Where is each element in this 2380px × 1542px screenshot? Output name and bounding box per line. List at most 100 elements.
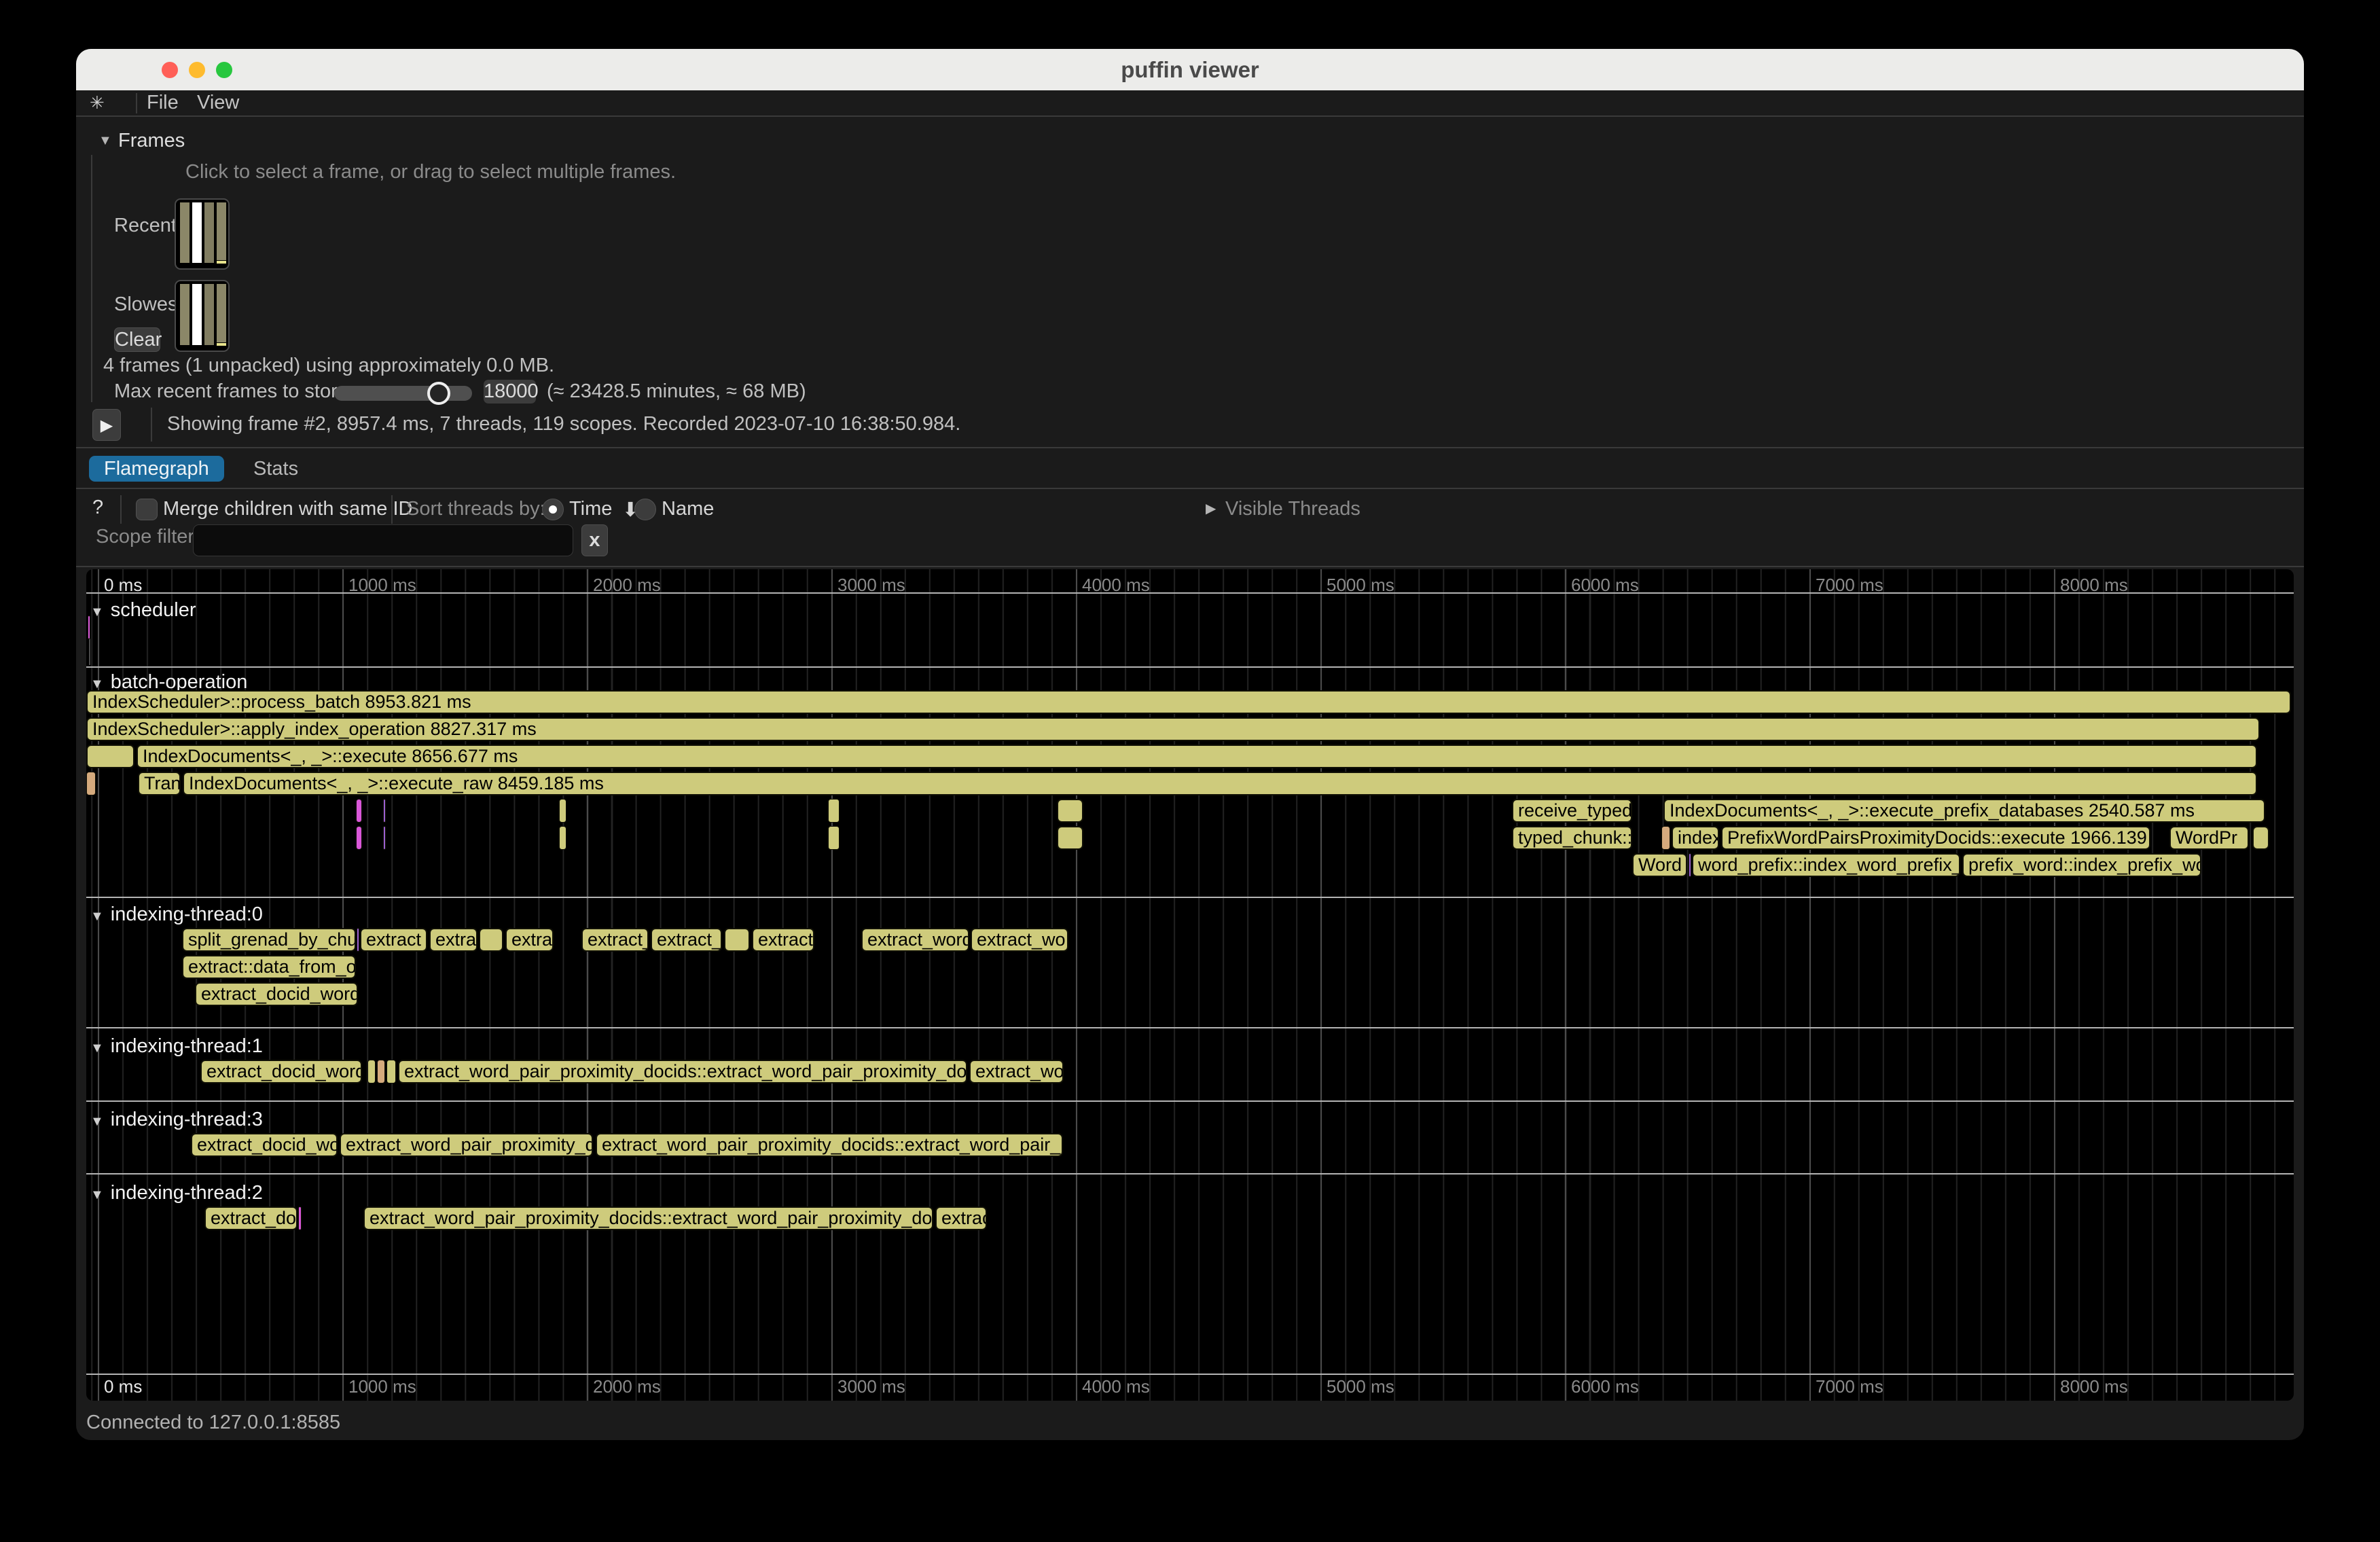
flamegraph-scope-bar[interactable] [86, 745, 134, 768]
flamegraph-scope-bar[interactable]: WordPr [2169, 826, 2249, 850]
thumbnail-frame-bar[interactable] [217, 284, 226, 342]
max-frames-value[interactable]: 18000 [484, 380, 536, 404]
thread-collapse-icon[interactable]: ▼ [90, 1114, 104, 1129]
thumbnail-frame-bar[interactable] [192, 202, 202, 263]
flamegraph-scope-bar[interactable] [724, 928, 750, 952]
menu-item-view[interactable]: View [197, 90, 239, 115]
flamegraph-scope-bar[interactable] [828, 826, 840, 850]
flamegraph-scope-bar[interactable]: extrac [505, 928, 554, 952]
flamegraph-scope-bar[interactable] [479, 928, 503, 952]
flamegraph-scope-bar[interactable] [298, 1206, 302, 1230]
flamegraph-scope-bar[interactable]: IndexScheduler>::apply_index_operation 8… [86, 717, 2260, 741]
flamegraph-scope-bar[interactable]: IndexDocuments<_, _>::execute_raw 8459.1… [183, 772, 2257, 795]
menu-item-file[interactable]: File [147, 90, 179, 115]
flamegraph-scope-bar[interactable] [377, 1060, 385, 1083]
flamegraph-scope-bar[interactable]: typed_chunk::w [1512, 826, 1632, 850]
flamegraph-scope-bar[interactable]: extract_docid_word [200, 1060, 362, 1083]
flamegraph-scope-bar[interactable] [1661, 826, 1670, 850]
thread-collapse-icon[interactable]: ▼ [90, 909, 104, 924]
merge-children-checkbox[interactable] [136, 499, 158, 520]
flamegraph-scope-bar[interactable]: extract_docid_word [191, 1133, 338, 1157]
frames-header[interactable]: Frames [118, 130, 185, 152]
flamegraph-scope-bar[interactable] [559, 799, 566, 823]
clear-button[interactable]: Clear [114, 327, 160, 352]
flamegraph-scope-bar[interactable]: extract::data_from_ob [182, 955, 356, 979]
flamegraph-scope-bar[interactable]: extract_ [581, 928, 649, 952]
flamegraph-scope-bar[interactable]: IndexDocuments<_, _>::execute 8656.677 m… [137, 745, 2257, 768]
flamegraph-scope-bar[interactable] [828, 799, 840, 823]
visible-threads-header[interactable]: Visible Threads [1225, 498, 1360, 520]
thread-header[interactable]: ▼indexing-thread:3 [90, 1109, 263, 1131]
flamegraph-scope-bar[interactable]: extract_word_pair_proximity_docids [340, 1133, 593, 1157]
flamegraph-scope-bar[interactable] [356, 799, 362, 823]
flamegraph-scope-bar[interactable] [559, 826, 566, 850]
flamegraph-scope-bar[interactable]: extract_wo [969, 1060, 1064, 1083]
thumbnail-frame-bar[interactable] [180, 284, 190, 345]
flamegraph-scope-bar[interactable]: extract_word [861, 928, 969, 952]
flamegraph-scope-bar[interactable]: IndexDocuments<_, _>::execute_prefix_dat… [1663, 799, 2265, 823]
thumbnail-frame-bar[interactable] [204, 284, 214, 345]
flamegraph-scope-bar[interactable]: extract_doc [204, 1206, 298, 1230]
frames-collapse-icon[interactable]: ▼ [98, 133, 112, 149]
flamegraph-scope-bar[interactable]: extract_word_pair_proximity_docids::extr… [398, 1060, 967, 1083]
help-button[interactable]: ? [92, 497, 103, 519]
visible-threads-collapse-icon[interactable]: ▶ [1206, 500, 1216, 517]
flamegraph-scope-bar[interactable] [88, 615, 90, 639]
flamegraph-scope-bar[interactable]: split_grenad_by_chun [182, 928, 356, 952]
thread-collapse-icon[interactable]: ▼ [90, 1187, 104, 1202]
flamegraph-scope-bar[interactable]: extract [752, 928, 814, 952]
flamegraph-scope-bar[interactable] [1057, 826, 1083, 850]
thumbnail-frame-bar[interactable] [192, 284, 202, 345]
flamegraph-scope-bar[interactable] [86, 772, 96, 795]
flamegraph-scope-bar[interactable] [383, 799, 386, 823]
thread-collapse-icon[interactable]: ▼ [90, 605, 104, 620]
tab-stats[interactable]: Stats [238, 456, 313, 482]
flamegraph-scope-bar[interactable]: extrac [935, 1206, 987, 1230]
thread-header[interactable]: ▼indexing-thread:2 [90, 1182, 263, 1204]
max-frames-slider-knob[interactable] [427, 382, 450, 405]
theme-toggle-icon[interactable]: ✳ [90, 90, 105, 115]
flamegraph-scope-bar[interactable]: extract_docid_word [195, 982, 358, 1006]
flamegraph-scope-bar[interactable]: Trans [138, 772, 181, 795]
flamegraph-scope-bar[interactable]: PrefixWordPairsProximityDocids::execute … [1721, 826, 2150, 850]
flamegraph-scope-bar[interactable]: extra [429, 928, 477, 952]
flamegraph-scope-bar[interactable]: extract_word_pair_proximity_docids::extr… [596, 1133, 1063, 1157]
flamegraph-scope-bar[interactable] [2252, 826, 2269, 850]
flamegraph-scope-bar[interactable]: prefix_word::index_prefix_wo [1962, 853, 2201, 877]
slowest-frames-thumbnail[interactable] [175, 280, 230, 352]
flamegraph-canvas[interactable]: 0 ms0 ms1000 ms1000 ms2000 ms2000 ms3000… [86, 569, 2294, 1401]
flamegraph-scope-bar[interactable] [386, 1060, 396, 1083]
thread-header[interactable]: ▼indexing-thread:0 [90, 903, 263, 926]
thumbnail-frame-bar[interactable] [204, 202, 214, 263]
flamegraph-scope-bar[interactable] [367, 1060, 376, 1083]
tab-flamegraph[interactable]: Flamegraph [89, 456, 224, 482]
flamegraph-scope-bar[interactable]: IndexScheduler>::process_batch 8953.821 … [86, 690, 2291, 714]
thumbnail-frame-bar[interactable] [180, 202, 190, 263]
flamegraph-scope-bar[interactable]: word_prefix::index_word_prefix_ [1692, 853, 1960, 877]
flamegraph-scope-bar[interactable] [1057, 799, 1083, 823]
flamegraph-scope-bar[interactable]: extract_word_pair_proximity_docids::extr… [363, 1206, 933, 1230]
flamegraph-scope-bar[interactable]: extract_wo [971, 928, 1068, 952]
sort-radio-name[interactable] [634, 499, 656, 520]
flamegraph-scope-bar[interactable] [357, 928, 359, 952]
flamegraph-scope-bar[interactable]: extract [360, 928, 427, 952]
thread-name: scheduler [111, 599, 196, 621]
thread-header[interactable]: ▼indexing-thread:1 [90, 1035, 263, 1058]
flamegraph-scope-bar[interactable]: extract_ [651, 928, 722, 952]
play-button[interactable]: ▶ [92, 409, 121, 441]
thread-header[interactable]: ▼ scheduler [90, 599, 196, 622]
flamegraph-scope-bar[interactable] [356, 826, 362, 850]
flamegraph-scope-bar[interactable]: receive_typed_ [1512, 799, 1632, 823]
max-frames-slider[interactable] [334, 386, 472, 401]
flamegraph-scope-bar[interactable] [1689, 853, 1691, 877]
flamegraph-scope-bar[interactable]: Word [1632, 853, 1687, 877]
sort-radio-time[interactable] [542, 499, 564, 520]
scope-filter-input[interactable] [193, 524, 573, 556]
clear-filter-button[interactable]: x [581, 524, 608, 556]
thread-collapse-icon[interactable]: ▼ [90, 1041, 104, 1056]
flamegraph-scope-bar[interactable] [383, 826, 386, 850]
thread-collapse-icon[interactable]: ▼ [90, 677, 104, 692]
recent-frames-thumbnail[interactable] [175, 198, 230, 270]
thumbnail-frame-bar[interactable] [217, 202, 226, 260]
flamegraph-scope-bar[interactable]: index [1672, 826, 1719, 850]
